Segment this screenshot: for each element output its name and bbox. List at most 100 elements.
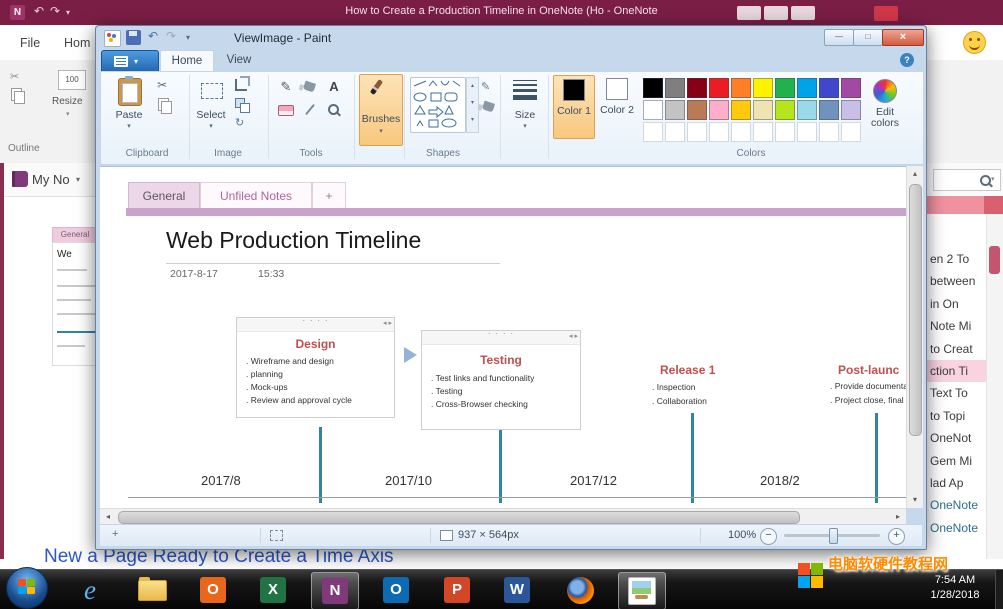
color2-button[interactable]: Color 2 — [597, 75, 637, 137]
palette-empty-cell[interactable] — [643, 122, 663, 142]
palette-color[interactable] — [841, 100, 861, 120]
start-button[interactable] — [6, 567, 48, 609]
palette-empty-cell[interactable] — [709, 122, 729, 142]
scrollbar-thumb[interactable] — [989, 246, 1000, 274]
palette-color[interactable] — [797, 100, 817, 120]
scrollbar-thumb[interactable] — [118, 511, 800, 524]
zoom-out-button[interactable]: − — [760, 528, 777, 545]
palette-color[interactable] — [643, 78, 663, 98]
onenote-ribbon-options-button[interactable] — [737, 6, 761, 20]
resize-button[interactable]: Resize — [52, 96, 83, 107]
copy-icon[interactable] — [11, 88, 22, 101]
palette-color[interactable] — [687, 100, 707, 120]
palette-empty-cell[interactable] — [775, 122, 795, 142]
paint-canvas[interactable]: General Unfiled Notes + Web Production T… — [100, 166, 906, 509]
taskbar-firefox[interactable] — [557, 572, 603, 608]
palette-empty-cell[interactable] — [687, 122, 707, 142]
shapes-gallery[interactable] — [410, 77, 466, 133]
palette-color[interactable] — [775, 100, 795, 120]
redo-icon[interactable]: ↷ — [166, 29, 176, 43]
taskbar-word[interactable]: W — [494, 572, 540, 608]
page-list-item[interactable]: en 2 To — [925, 248, 986, 270]
undo-icon[interactable]: ↶ — [148, 29, 158, 43]
tab-view[interactable]: View — [214, 50, 264, 71]
qat-dropdown-icon[interactable]: ▾ — [186, 33, 190, 42]
palette-color[interactable] — [819, 100, 839, 120]
palette-empty-cell[interactable] — [753, 122, 773, 142]
search-box[interactable]: ▾ — [933, 169, 1001, 191]
rotate-icon[interactable]: ↻ — [235, 116, 244, 129]
page-list-item[interactable]: OneNot — [925, 427, 986, 449]
palette-color[interactable] — [775, 78, 795, 98]
onenote-home-menu[interactable]: Hom — [64, 36, 90, 50]
section-tab-general-mini[interactable]: General — [52, 227, 98, 243]
palette-color[interactable] — [665, 78, 685, 98]
palette-empty-cell[interactable] — [797, 122, 817, 142]
palette-color[interactable] — [665, 100, 685, 120]
zoom-slider-thumb[interactable] — [829, 528, 838, 544]
page-list-item[interactable]: lad Ap — [925, 472, 986, 494]
palette-color[interactable] — [841, 78, 861, 98]
page-list-item[interactable]: between — [925, 270, 986, 292]
resize-icon[interactable] — [235, 98, 245, 108]
page-list-item[interactable]: in On — [925, 293, 986, 315]
paste-button[interactable]: Paste ▾ — [109, 75, 149, 145]
scroll-right-icon[interactable]: ▸ — [890, 509, 906, 525]
cut-icon[interactable]: ✂ — [10, 70, 19, 83]
edit-colors-button[interactable]: Edit colors — [865, 75, 905, 145]
palette-color[interactable] — [709, 100, 729, 120]
cut-icon[interactable]: ✂ — [157, 78, 167, 92]
feedback-smiley-icon[interactable] — [963, 31, 986, 54]
shape-outline-button[interactable]: ✎ — [481, 80, 490, 93]
size-button[interactable]: Size ▾ — [505, 75, 545, 145]
magnifier-tool[interactable] — [323, 100, 345, 120]
taskbar-powerpoint[interactable]: P — [434, 572, 480, 608]
taskbar-file-explorer[interactable] — [129, 572, 175, 608]
text-tool[interactable]: A — [323, 78, 345, 98]
page-list-item[interactable]: OneNote — [925, 494, 986, 516]
page-list-item[interactable]: to Creat — [925, 338, 986, 360]
taskbar-onenote[interactable]: N — [311, 572, 359, 609]
palette-empty-cell[interactable] — [731, 122, 751, 142]
palette-color[interactable] — [731, 100, 751, 120]
file-menu-button[interactable]: ▾ — [101, 50, 159, 73]
shapes-gallery-scroll[interactable]: ▴ ▾ ▾ — [466, 77, 479, 133]
palette-color[interactable] — [731, 78, 751, 98]
page-list-scrollbar[interactable] — [986, 214, 1003, 559]
onenote-minimize-button[interactable] — [764, 6, 788, 20]
color-picker-tool[interactable] — [299, 100, 321, 120]
palette-empty-cell[interactable] — [841, 122, 861, 142]
color1-button[interactable]: Color 1 — [553, 75, 595, 139]
taskbar-internet-explorer[interactable]: e — [67, 572, 113, 608]
page-list-item[interactable]: Text To — [925, 382, 986, 404]
scroll-up-icon[interactable]: ▴ — [907, 166, 923, 182]
onenote-maximize-button[interactable] — [791, 6, 815, 20]
taskbar-media-app[interactable]: O — [190, 572, 236, 608]
page-list-item[interactable]: OneNote — [925, 517, 986, 539]
notebook-dropdown-icon[interactable]: ▾ — [76, 175, 80, 184]
pencil-tool[interactable]: ✎ — [275, 78, 297, 98]
palette-empty-cell[interactable] — [665, 122, 685, 142]
onenote-file-menu[interactable]: File — [20, 36, 40, 50]
scroll-left-icon[interactable]: ◂ — [100, 509, 116, 525]
taskbar-excel[interactable]: X — [250, 572, 296, 608]
paint-titlebar[interactable]: ↶ ↷ ▾ ViewImage - Paint — □ × — [96, 26, 926, 49]
maximize-button[interactable]: □ — [853, 29, 883, 46]
close-button[interactable]: × — [882, 29, 924, 46]
save-icon[interactable] — [126, 30, 141, 45]
resize-100-icon[interactable]: 100 — [58, 70, 86, 90]
notebook-name[interactable]: My No — [32, 172, 70, 187]
copy-icon[interactable] — [158, 98, 169, 111]
paint-app-icon[interactable] — [104, 30, 121, 47]
onenote-close-button[interactable] — [874, 6, 898, 21]
resize-dropdown-icon[interactable]: ▾ — [66, 110, 70, 118]
palette-color[interactable] — [643, 100, 663, 120]
palette-color[interactable] — [709, 78, 729, 98]
scroll-down-icon[interactable]: ▾ — [907, 492, 923, 508]
zoom-in-button[interactable]: + — [888, 528, 905, 545]
brushes-button[interactable]: Brushes ▾ — [359, 74, 403, 146]
page-list-item[interactable]: Note Mi — [925, 315, 986, 337]
tab-home[interactable]: Home — [160, 50, 214, 72]
scroll-more-icon[interactable]: ▾ — [467, 112, 478, 129]
scrollbar-thumb[interactable] — [909, 184, 922, 436]
